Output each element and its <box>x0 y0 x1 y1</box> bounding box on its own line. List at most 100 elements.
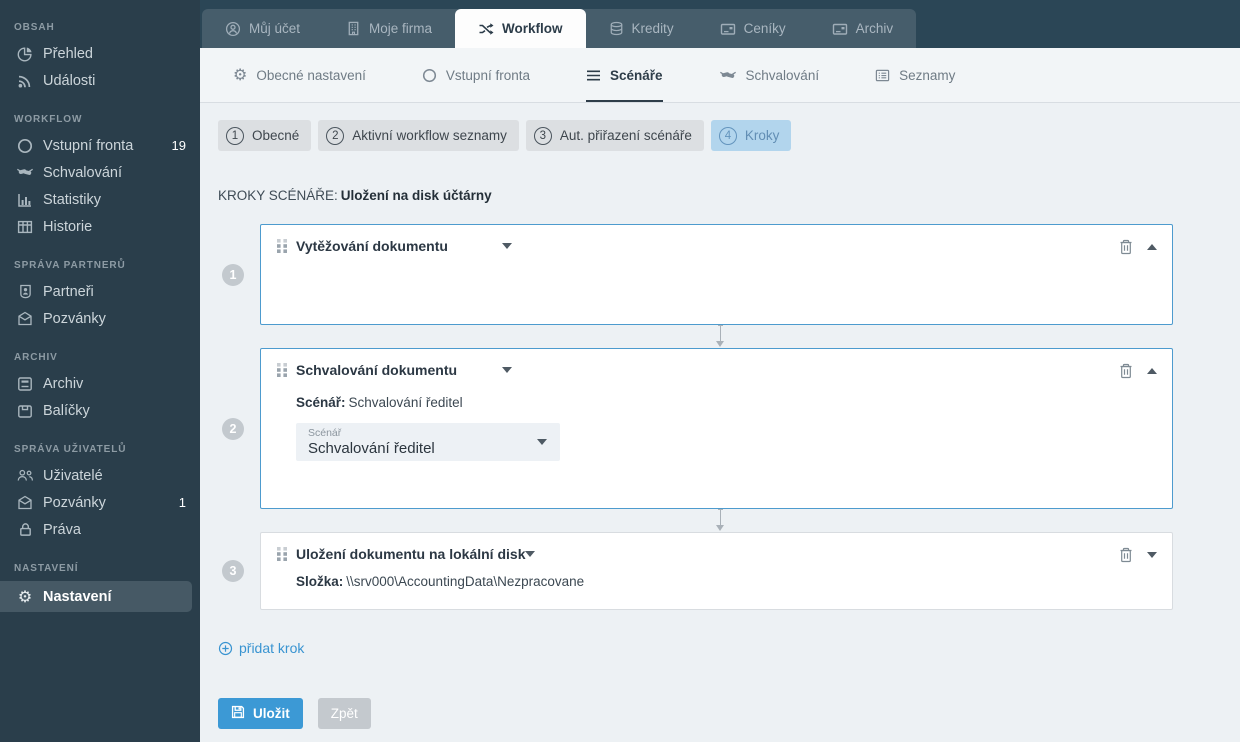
sidebar-item-schvalovani[interactable]: Schvalování <box>0 159 200 186</box>
sidebar-item-nastaveni[interactable]: ⚙ Nastavení <box>0 581 192 612</box>
add-step-label: přidat krok <box>239 640 305 656</box>
tab-label: Workflow <box>502 21 563 36</box>
tab-muj-ucet[interactable]: Můj účet <box>202 9 323 48</box>
lines-icon <box>586 69 601 82</box>
page-title-value: Uložení na disk účtárny <box>340 188 492 203</box>
sidebar-item-pozvanky-uzivatele[interactable]: Pozvánky 1 <box>0 489 200 516</box>
sidebar-item-historie[interactable]: Historie <box>0 213 200 240</box>
tab-label: Můj účet <box>249 21 301 36</box>
save-button[interactable]: Uložit <box>218 697 303 729</box>
step-row-2: 2 Schvalování dokumentu Scénář: Schvalová… <box>218 348 1222 509</box>
wizard-step-4[interactable]: 4 Kroky <box>710 120 792 151</box>
wizard-step-label: Kroky <box>744 128 780 143</box>
shuffle-icon <box>478 21 494 37</box>
sidebar-item-label: Pozvánky <box>43 310 106 327</box>
sidebar-item-label: Práva <box>43 521 81 538</box>
step-summary: Scénář: Schvalování ředitel <box>296 395 1156 410</box>
circle-icon <box>14 138 36 154</box>
table-icon <box>14 219 36 235</box>
invites-count-badge: 1 <box>178 495 186 510</box>
sidebar-item-label: Události <box>43 72 96 89</box>
subtab-schvalovani[interactable]: Schvalování <box>719 48 819 102</box>
sidebar-item-partneri[interactable]: Partneři <box>0 278 200 305</box>
tab-ceniky[interactable]: Ceníky <box>697 9 809 48</box>
sidebar-section-sprava-partneru: SPRÁVA PARTNERŮ <box>14 260 126 271</box>
sidebar-section-sprava-uzivatelu: SPRÁVA UŽIVATELŮ <box>14 444 127 455</box>
scenario-steps: 1 Vytěžování dokumentu 2 Schvalování dok… <box>218 224 1222 610</box>
feed-icon <box>14 73 36 89</box>
wizard-step-number: 2 <box>326 126 345 145</box>
subtab-label: Seznamy <box>899 67 956 83</box>
delete-step-button[interactable] <box>1119 547 1133 563</box>
bar-chart-icon <box>14 192 36 208</box>
subtab-vstupni-fronta[interactable]: Vstupní fronta <box>422 48 530 102</box>
tab-workflow[interactable]: Workflow <box>455 9 586 48</box>
sidebar-item-vstupni-fronta[interactable]: Vstupní fronta 19 <box>0 132 200 159</box>
subtab-obecne-nastaveni[interactable]: ⚙ Obecné nastavení <box>233 48 366 102</box>
step-card-header: Vytěžování dokumentu <box>277 238 1156 254</box>
expand-step-button[interactable] <box>1147 552 1157 558</box>
save-button-label: Uložit <box>253 705 290 721</box>
sidebar-item-archiv[interactable]: Archiv <box>0 370 200 397</box>
connector-arrow <box>715 325 726 348</box>
sidebar-item-prehled[interactable]: Přehled <box>0 40 200 67</box>
tab-label: Kredity <box>631 21 674 36</box>
wizard-step-2[interactable]: 2 Aktivní workflow seznamy <box>318 120 519 151</box>
sidebar-item-udalosti[interactable]: Události <box>0 67 200 94</box>
sidebar-item-uzivatele[interactable]: Uživatelé <box>0 462 200 489</box>
step-number-badge: 2 <box>222 417 244 440</box>
sidebar-section-nastaveni: NASTAVENÍ <box>14 563 79 574</box>
floppy-disk-icon <box>231 705 245 722</box>
step-number-badge: 1 <box>222 263 244 286</box>
delete-step-button[interactable] <box>1119 363 1133 379</box>
step-type-dropdown-icon[interactable] <box>525 551 536 557</box>
coins-icon <box>609 21 624 36</box>
collapse-step-button[interactable] <box>1147 244 1157 250</box>
step-row-3: 3 Uložení dokumentu na lokální disk Slož… <box>218 532 1222 610</box>
content-area: 1 Obecné 2 Aktivní workflow seznamy 3 Au… <box>200 103 1240 742</box>
delete-step-button[interactable] <box>1119 239 1133 255</box>
drag-handle-icon[interactable] <box>277 239 287 253</box>
sidebar: OBSAH Přehled Události WORKFLOW Vstupní … <box>0 0 200 742</box>
scenario-select-value: Schvalování ředitel <box>308 440 435 457</box>
sidebar-item-balicky[interactable]: Balíčky <box>0 397 200 424</box>
step-type-dropdown-icon[interactable] <box>502 367 512 373</box>
scenario-select-label: Scénář <box>308 427 342 439</box>
drag-handle-icon[interactable] <box>277 547 287 561</box>
step-type-label: Uložení dokumentu na lokální disk <box>296 546 526 562</box>
lock-icon <box>14 522 36 537</box>
connector-arrow <box>715 509 726 532</box>
scenario-select[interactable]: Scénář Schvalování ředitel <box>296 423 560 461</box>
sidebar-item-statistiky[interactable]: Statistiky <box>0 186 200 213</box>
step-type-dropdown-icon[interactable] <box>502 243 512 249</box>
sidebar-item-label: Partneři <box>43 283 94 300</box>
top-tabstrip: Můj účet Moje firma Workflow Kredity Cen… <box>202 9 917 48</box>
tab-kredity[interactable]: Kredity <box>586 9 697 48</box>
tab-moje-firma[interactable]: Moje firma <box>323 9 455 48</box>
step-card-actions <box>1119 239 1157 255</box>
chevron-down-icon <box>537 439 547 445</box>
users-icon <box>14 469 36 482</box>
archive-icon <box>14 376 36 392</box>
tab-label: Archiv <box>855 21 894 36</box>
step-type-label: Schvalování dokumentu <box>296 362 458 378</box>
step-card-3: Uložení dokumentu na lokální disk Složka… <box>260 532 1173 610</box>
back-button[interactable]: Zpět <box>317 697 371 729</box>
gear-icon: ⚙ <box>233 65 248 84</box>
step-row-1: 1 Vytěžování dokumentu <box>218 224 1222 325</box>
wizard-step-1[interactable]: 1 Obecné <box>218 120 312 151</box>
sidebar-section-obsah: OBSAH <box>14 22 55 33</box>
sidebar-item-prava[interactable]: Práva <box>0 516 200 543</box>
collapse-step-button[interactable] <box>1147 368 1157 374</box>
subtab-scenare[interactable]: Scénáře <box>585 48 663 102</box>
step-card-header: Schvalování dokumentu <box>277 362 1156 378</box>
wizard-step-3[interactable]: 3 Aut. přiřazení scénáře <box>525 120 704 151</box>
add-step-link[interactable]: přidat krok <box>218 640 304 656</box>
drag-handle-icon[interactable] <box>277 363 287 377</box>
tab-archiv[interactable]: Archiv <box>809 9 917 48</box>
sidebar-section-workflow: WORKFLOW <box>14 114 83 125</box>
subtab-seznamy[interactable]: Seznamy <box>875 48 955 102</box>
sidebar-item-pozvanky[interactable]: Pozvánky <box>0 305 200 332</box>
handshake-icon <box>719 69 737 82</box>
sidebar-item-label: Vstupní fronta <box>43 137 134 154</box>
